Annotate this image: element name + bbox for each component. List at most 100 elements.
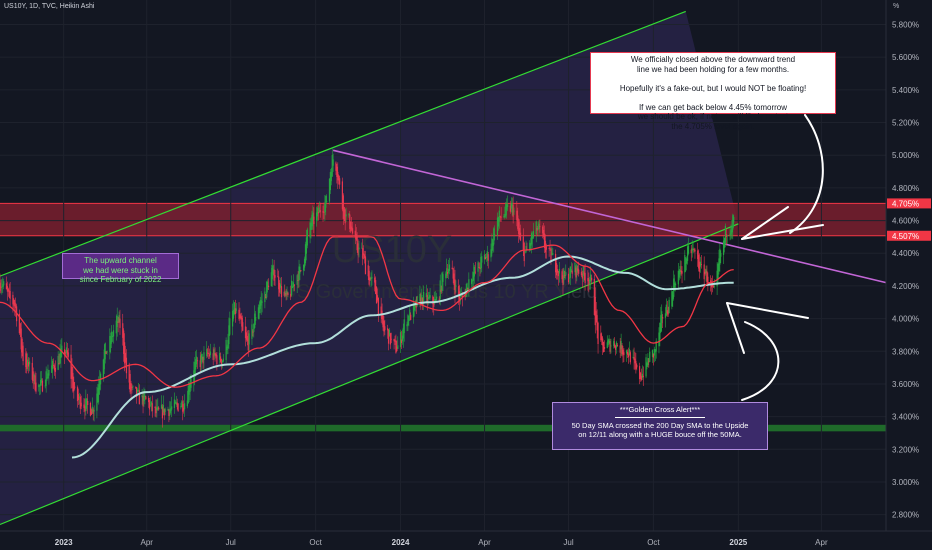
candle-body [67,352,69,357]
price-tick-label: 3.200% [892,445,919,454]
candle-body [565,271,567,276]
time-tick-label: Jul [563,538,573,547]
candle-body [435,296,438,301]
top-note-line: the 4.705% level again. [671,121,755,131]
price-tick-label: 5.200% [892,119,919,128]
candle-body [590,277,593,281]
top-note-line: We officially closed above the downward … [630,55,796,64]
price-axis[interactable]: 2.800% 3.000% 3.200% 3.400% 3.600% 3.800% 4.00… [885,0,932,550]
candle-body [106,351,108,353]
top-note-line: we should be ok, if not we will likely r… [637,112,789,121]
time-axis[interactable]: 2023 Apr Jul Oct 2024 Apr Jul Oct 2025 Apr [0,530,932,550]
price-tick-label: 3.600% [892,380,919,389]
candle-body [293,284,296,286]
candle-body [248,333,250,345]
candle-body [720,253,722,257]
candle-body [319,210,321,213]
candle-body [3,281,5,286]
price-tick-label: 5.800% [892,21,919,30]
candle-body [229,318,231,335]
candle-body [519,232,522,241]
candle-body [571,270,573,274]
price-label-text: 4.507% [892,232,919,241]
golden-note-line: on 12/11 along with a HUGE bouce off the… [578,430,742,439]
time-tick-label: 2025 [729,538,747,547]
candle-body [636,364,638,368]
candle-body [54,367,56,372]
candle-body [74,386,76,388]
candle-body [235,308,237,312]
candle-body [623,352,625,356]
candle-body [364,256,367,275]
candle-body [726,235,728,236]
candle-body [209,351,212,356]
candle-body [558,268,560,274]
candle-body [603,346,606,349]
top-note-line: If we can get back below 4.45% tomorrow [638,102,788,112]
candle-body [487,254,489,261]
price-tick-label: 4.000% [892,315,919,324]
candle-body [28,361,31,365]
candle-body [187,385,189,404]
candle-body [138,390,140,405]
candle-body [442,274,444,282]
candle-body [358,247,360,250]
candle-body [629,352,631,363]
candle-body [481,256,483,263]
candle-body [610,345,612,347]
golden-cross-title: ***Golden Cross Alert*** [619,405,701,414]
price-tick-label: 5.000% [892,151,919,160]
candle-body [326,201,328,202]
candle-body [500,216,502,218]
top-note-line: line we had been holding for a few month… [636,64,790,74]
golden-cross-body: 50 Day SMA crossed the 200 Day SMA to th… [553,421,767,440]
candle-body [371,276,373,279]
candle-body [344,209,346,224]
candle-body [674,282,676,288]
channel-note-line: The upward channel [84,256,157,265]
channel-note-line: since February of 2022 [79,275,162,284]
candle-body [468,279,470,289]
candle-body [616,345,619,346]
candle-body [733,217,735,223]
candle-body [410,314,412,320]
candle-body [375,287,378,304]
candle-body [332,159,334,166]
candle-body [104,343,106,360]
annotation-top-note: We officially closed above the downward … [590,52,836,131]
candle-body [280,286,283,298]
candle-body [149,404,152,406]
candle-body [145,396,147,400]
candle-body [222,358,224,362]
candle-body [48,369,50,376]
candle-body [132,386,134,388]
watermark-symbol: US10Y [332,229,452,271]
candle-body [552,252,554,255]
candle-body [267,285,270,288]
candle-body [403,319,405,334]
candle-body [423,292,425,303]
price-label-text: 4.705% [892,199,919,208]
candle-body [513,210,515,212]
candle-body [538,223,540,229]
time-tick-label: Apr [141,538,154,547]
candle-body [448,264,451,271]
candle-body [397,345,399,349]
candle-body [345,214,347,217]
candle-body [313,216,315,225]
candle-body [112,330,115,337]
price-tick-label: 4.800% [892,184,919,193]
candle-body [578,269,580,274]
candle-body [87,401,89,405]
candle-body [35,382,37,392]
candle-body [254,313,256,328]
candle-body [473,266,475,277]
price-tick-label: 3.400% [892,413,919,422]
candle-body [242,322,244,331]
annotation-channel-note: The upward channel we had were stuck in si… [62,253,179,284]
top-note-line [591,74,835,84]
golden-note-line: 50 Day SMA crossed the 200 Day SMA to th… [571,420,749,430]
candle-body [474,271,476,273]
candle-body [158,407,160,410]
candle-body [274,275,276,278]
